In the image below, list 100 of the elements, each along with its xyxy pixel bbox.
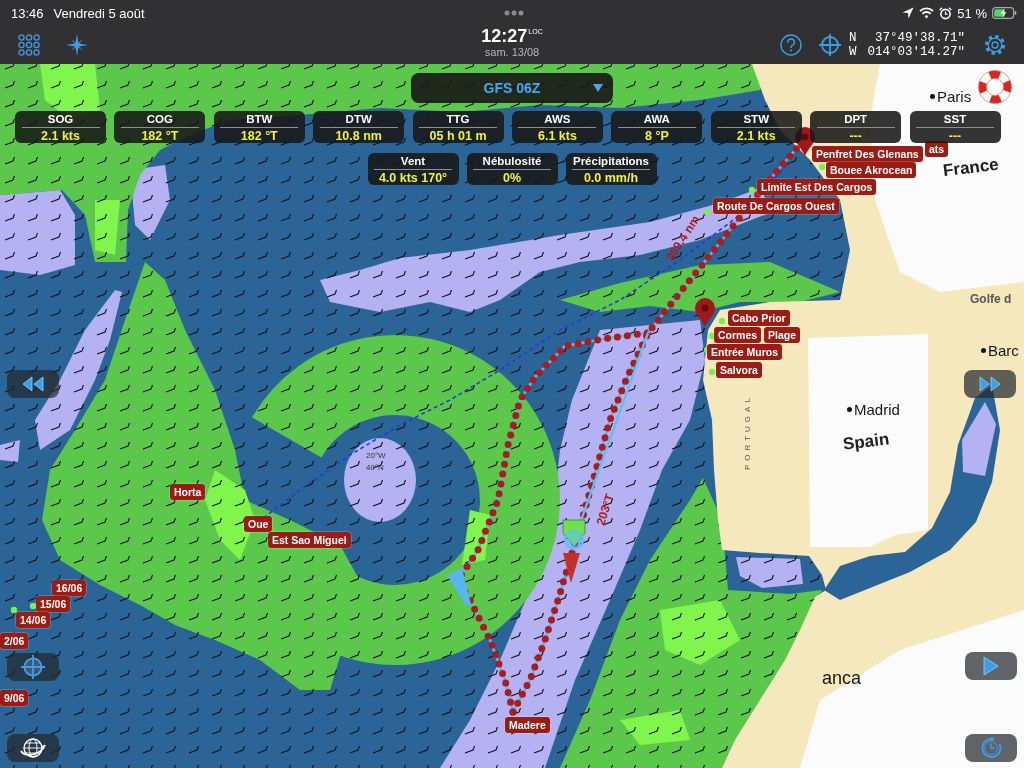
city-dot-icon bbox=[847, 407, 852, 412]
city-dot-icon bbox=[981, 348, 986, 353]
settings-icon[interactable] bbox=[984, 34, 1006, 56]
grid-coordinate-label: 40°N bbox=[366, 463, 384, 472]
map-pin-icon bbox=[695, 298, 715, 327]
wifi-icon bbox=[919, 7, 935, 19]
instrument-value: 0% bbox=[502, 171, 522, 185]
instrument-label: SOG bbox=[47, 113, 74, 126]
battery-percent: 51 % bbox=[957, 5, 987, 21]
instrument-value: 10.8 nm bbox=[335, 129, 382, 143]
grid-coordinate-label: 20°W bbox=[366, 451, 386, 460]
waypoint-label: Cabo Prior bbox=[728, 310, 790, 326]
waypoint-label: Est Sao Miguel bbox=[268, 532, 351, 548]
heading-wedge-icon bbox=[563, 553, 580, 583]
waypoint-label: Salvora bbox=[716, 362, 762, 378]
sail-marker-icon bbox=[447, 568, 471, 606]
instrument-label: AWS bbox=[544, 113, 571, 126]
crosshair-icon bbox=[21, 655, 45, 679]
status-date: Vendredi 5 août bbox=[53, 5, 145, 21]
instrument-value: 6.1 kts bbox=[538, 129, 577, 143]
instrument-label: STW bbox=[743, 113, 769, 126]
chart-region-label: PORTUGAL bbox=[743, 394, 752, 470]
sea-label: Golfe d bbox=[970, 292, 1012, 306]
track-date-label: 16/06 bbox=[52, 580, 87, 596]
instrument-label: BTW bbox=[246, 113, 273, 126]
instrument-label: COG bbox=[146, 113, 173, 126]
compass-star-icon[interactable] bbox=[66, 34, 88, 56]
globe-button[interactable] bbox=[7, 734, 59, 762]
fast-forward-icon bbox=[978, 376, 1002, 392]
instrument-value: 2.1 kts bbox=[736, 129, 776, 143]
play-button[interactable] bbox=[965, 652, 1017, 680]
clock-date: sam. 13/08 bbox=[484, 45, 540, 59]
location-arrow-icon bbox=[902, 7, 915, 19]
waypoint-dot-icon bbox=[708, 368, 716, 376]
city-label: Barc bbox=[988, 342, 1019, 359]
hemisphere-label: W bbox=[849, 45, 857, 59]
rewind-button[interactable] bbox=[7, 370, 59, 398]
instrument-value: 182 °T bbox=[141, 129, 179, 143]
instrument-label: DTW bbox=[345, 113, 372, 126]
instrument-label: DPT bbox=[844, 113, 868, 126]
grid-menu-icon[interactable] bbox=[18, 34, 40, 56]
instrument-label: TTG bbox=[446, 113, 470, 126]
instrument-value: 182 °T bbox=[240, 129, 278, 143]
play-icon bbox=[981, 656, 1001, 676]
route-bearing-label: 203°T bbox=[593, 492, 617, 527]
more-dots-icon bbox=[504, 10, 524, 16]
model-dropdown[interactable]: GFS 06Z bbox=[411, 73, 613, 103]
instrument-value: 2.1 kts bbox=[41, 129, 80, 143]
waypoint-label: Penfret Des Glenans bbox=[812, 146, 923, 162]
fast-forward-button[interactable] bbox=[964, 370, 1016, 398]
target-icon bbox=[562, 528, 586, 552]
track-date-label: 9/06 bbox=[0, 690, 29, 706]
instrument-label: Vent bbox=[400, 155, 426, 168]
help-icon[interactable] bbox=[780, 34, 802, 56]
waypoint-dot-icon bbox=[748, 186, 756, 194]
boat-icon bbox=[562, 519, 586, 548]
instrument-label: AWA bbox=[643, 113, 670, 126]
instrument-value: --- bbox=[849, 129, 862, 143]
waypoint-label: Bouee Akrocean bbox=[826, 162, 917, 178]
rewind-icon bbox=[21, 376, 45, 392]
instrument-label: SST bbox=[943, 113, 967, 126]
history-clock-button[interactable] bbox=[965, 734, 1017, 762]
status-time: 13:46 bbox=[11, 5, 44, 21]
instrument-value: 05 h 01 m bbox=[429, 129, 487, 143]
coordinate-value: 014°03'14.27" bbox=[867, 45, 965, 59]
instrument-label: Nébulosité bbox=[482, 155, 542, 168]
waypoint-dot-icon bbox=[703, 208, 711, 216]
country-label: France bbox=[942, 154, 1000, 182]
coordinate-value: 37°49'38.71" bbox=[875, 31, 965, 45]
instrument-value: 8 °P bbox=[644, 129, 669, 143]
waypoint-dot-icon bbox=[10, 606, 18, 614]
waypoint-label: Madere bbox=[505, 717, 550, 733]
waypoint-label: Plage bbox=[764, 327, 800, 343]
globe-icon bbox=[19, 737, 47, 759]
waypoint-label: Oue bbox=[244, 516, 273, 532]
track-date-label: 14/06 bbox=[16, 612, 51, 628]
waypoint-label: Route De Cargos Ouest bbox=[713, 198, 839, 214]
crosshair-icon[interactable] bbox=[819, 34, 841, 56]
alarm-clock-icon bbox=[939, 6, 953, 20]
instrument-value: --- bbox=[948, 129, 962, 143]
waypoint-label: Horta bbox=[170, 484, 206, 500]
instrument-value: 4.0 kts 170° bbox=[378, 171, 448, 185]
clock-icon bbox=[979, 736, 1003, 760]
city-label: Madrid bbox=[854, 401, 900, 418]
city-label: Paris bbox=[937, 88, 972, 105]
clock-time: 12:27 bbox=[481, 25, 528, 46]
country-label: Spain bbox=[841, 429, 891, 455]
waypoint-label: Limite Est Des Cargos bbox=[757, 179, 877, 195]
city-label: anca bbox=[822, 668, 862, 689]
track-date-label: 2/06 bbox=[0, 633, 29, 649]
waypoint-label: Entrée Muros bbox=[707, 344, 783, 360]
instrument-value: 0.0 mm/h bbox=[583, 171, 639, 185]
waypoint-dot-icon bbox=[818, 163, 826, 171]
battery-icon bbox=[992, 7, 1017, 19]
track-date-label: 15/06 bbox=[36, 596, 71, 612]
hemisphere-label: N bbox=[849, 31, 857, 45]
locate-button[interactable] bbox=[7, 653, 59, 681]
waypoint-dot-icon bbox=[29, 602, 37, 610]
lifebuoy-icon[interactable] bbox=[978, 70, 1012, 104]
city-dot-icon bbox=[930, 94, 935, 99]
